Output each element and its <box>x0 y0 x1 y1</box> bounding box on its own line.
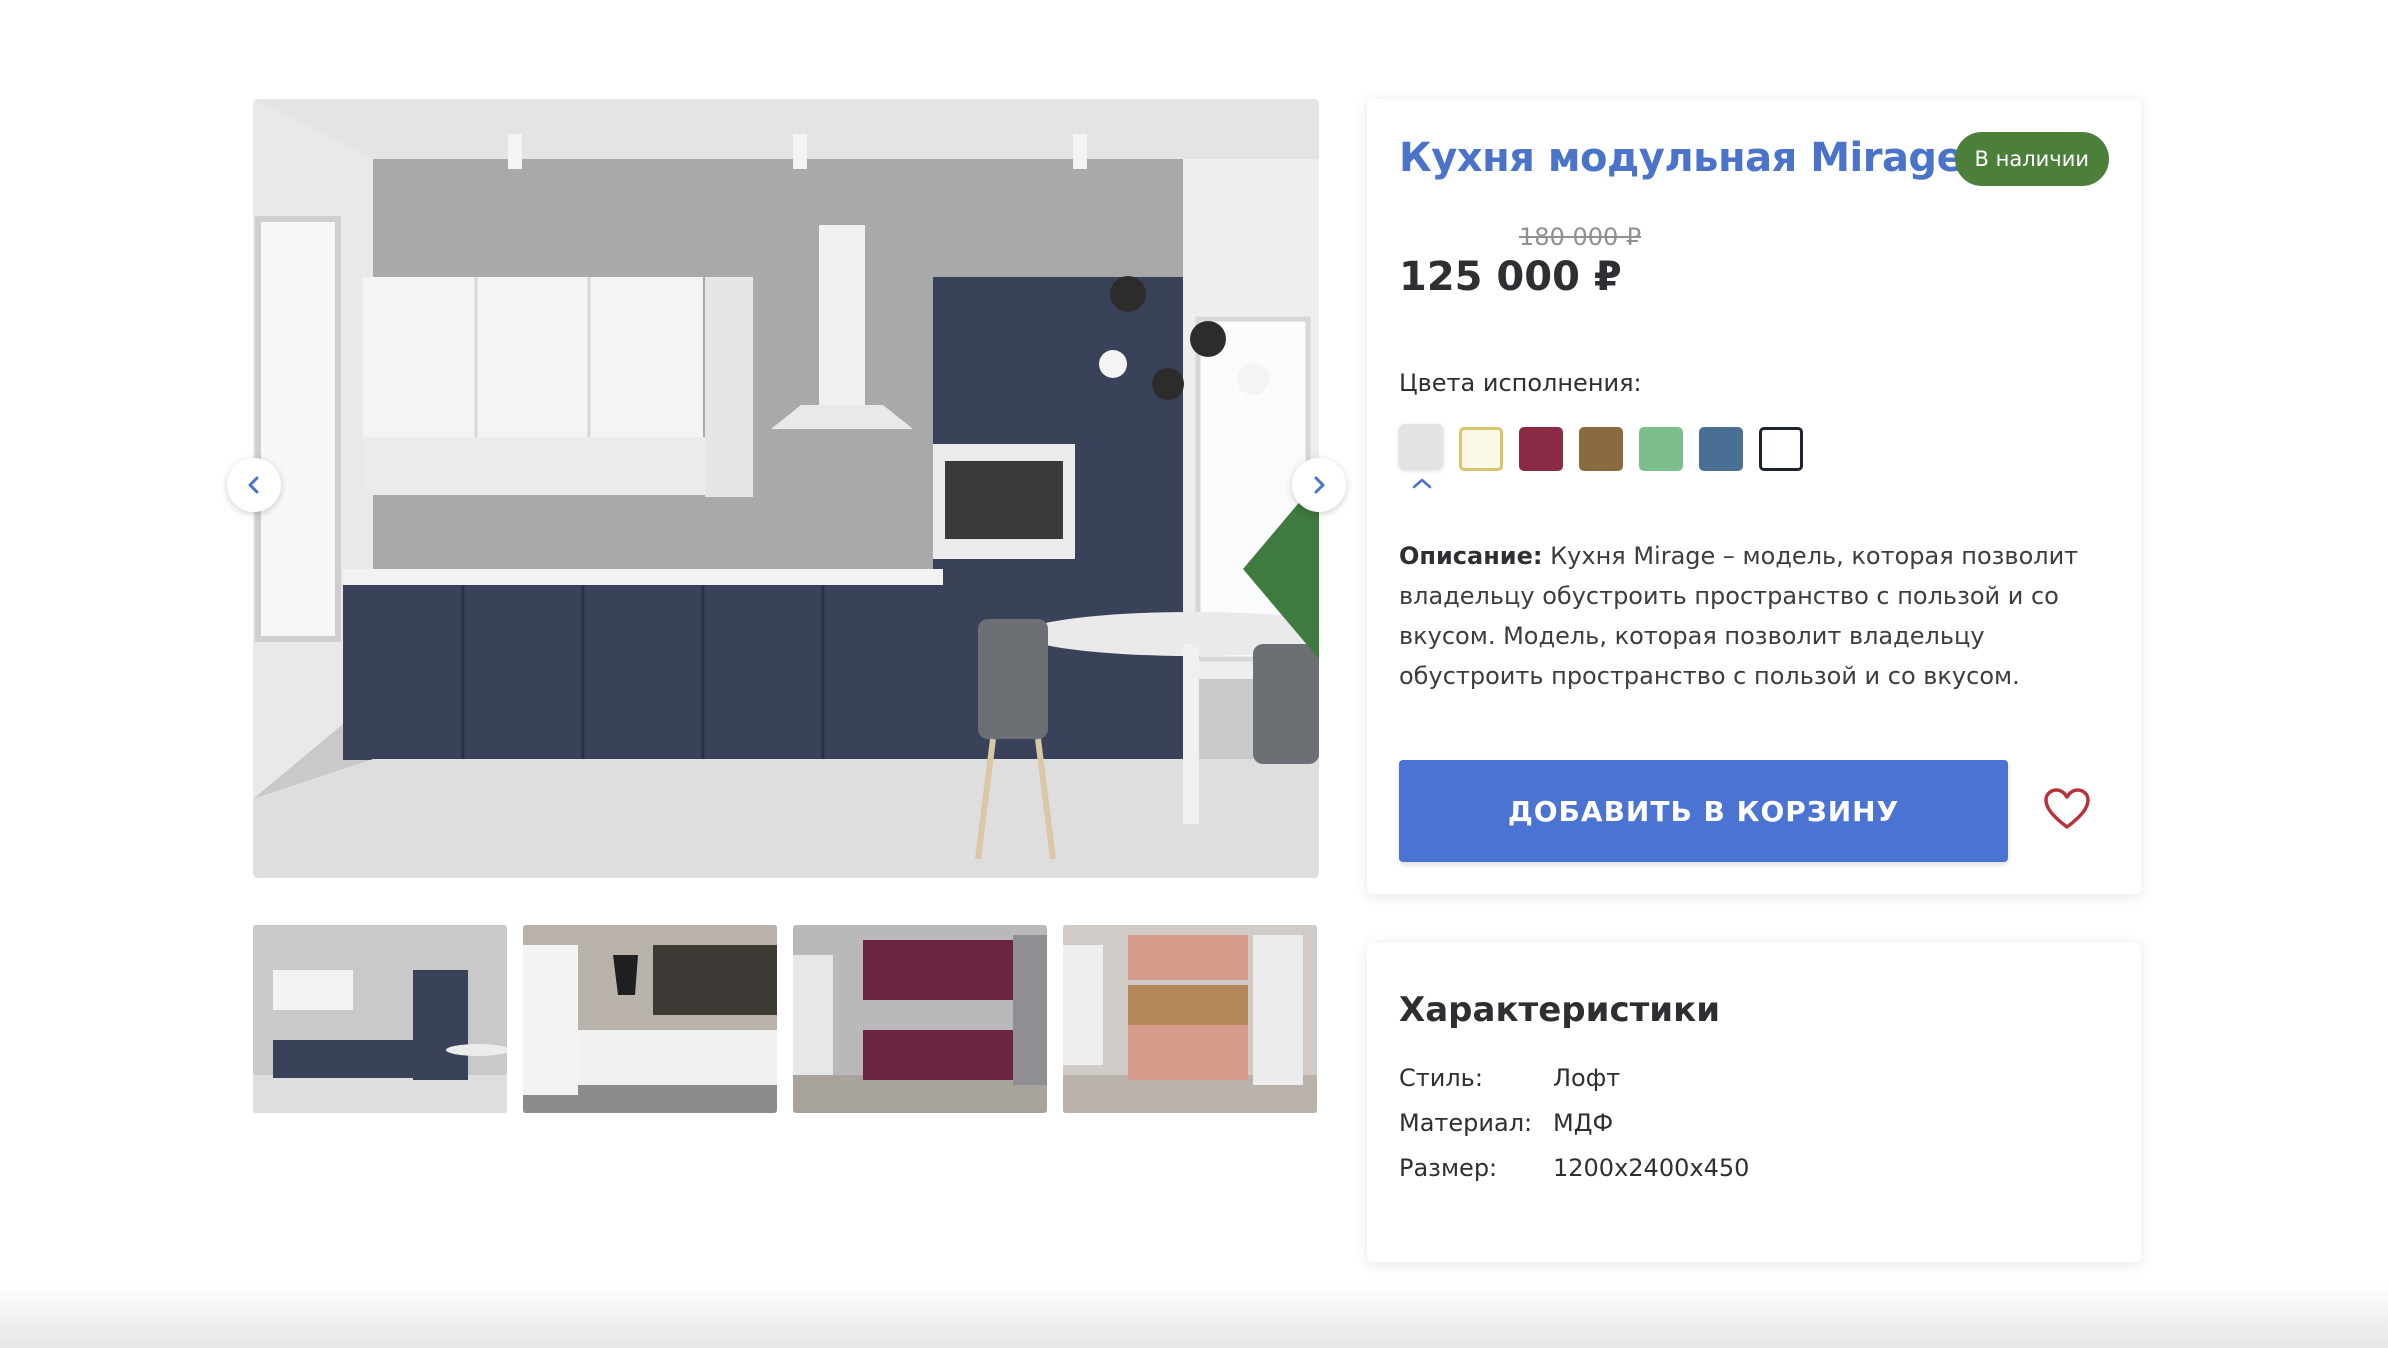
gallery-thumbnails <box>253 925 1319 1113</box>
thumbnail-1[interactable] <box>253 925 507 1113</box>
specs-title: Характеристики <box>1399 990 1721 1030</box>
old-price: 180 000 ₽ <box>1519 223 1642 251</box>
color-swatches <box>1399 424 1819 489</box>
specifications-card: Характеристики Стиль: Лофт Материал: МДФ… <box>1367 943 2141 1262</box>
color-swatch[interactable] <box>1699 427 1743 471</box>
spec-row-style: Стиль: Лофт <box>1399 1064 2099 1096</box>
gallery-prev-button[interactable] <box>227 458 281 512</box>
product-title: Кухня модульная Mirage <box>1399 135 1964 181</box>
color-swatch[interactable] <box>1459 427 1503 471</box>
color-swatch[interactable] <box>1639 427 1683 471</box>
spec-row-material: Материал: МДФ <box>1399 1109 2099 1141</box>
product-info-card: Кухня модульная Mirage В наличии 180 000… <box>1367 99 2141 894</box>
color-swatch[interactable] <box>1759 427 1803 471</box>
description-label: Описание: <box>1399 542 1543 570</box>
main-product-photo <box>253 99 1319 878</box>
gallery-next-button[interactable] <box>1292 458 1346 512</box>
stock-badge: В наличии <box>1954 132 2109 186</box>
thumbnail-2[interactable] <box>523 925 777 1113</box>
thumbnail-4[interactable] <box>1063 925 1317 1113</box>
current-price: 125 000 ₽ <box>1399 254 1622 300</box>
color-swatch[interactable] <box>1519 427 1563 471</box>
thumbnail-3[interactable] <box>793 925 1047 1113</box>
spec-value: МДФ <box>1553 1109 1614 1137</box>
chevron-left-icon <box>248 476 259 494</box>
spec-key: Материал: <box>1399 1109 1533 1137</box>
chevron-up-icon <box>1412 478 1432 489</box>
chevron-right-icon <box>1314 476 1325 494</box>
product-description: Описание: Кухня Mirage – модель, которая… <box>1399 536 2111 696</box>
spec-value: 1200x2400x450 <box>1553 1154 1750 1182</box>
color-swatch[interactable] <box>1399 424 1443 468</box>
color-swatch[interactable] <box>1579 427 1623 471</box>
spec-key: Стиль: <box>1399 1064 1483 1092</box>
spec-value: Лофт <box>1553 1064 1621 1092</box>
spec-key: Размер: <box>1399 1154 1498 1182</box>
heart-icon[interactable] <box>2043 787 2091 831</box>
page-bottom-shadow <box>0 1285 2388 1348</box>
spec-row-size: Размер: 1200x2400x450 <box>1399 1154 2099 1186</box>
add-to-cart-button[interactable]: ДОБАВИТЬ В КОРЗИНУ <box>1399 760 2008 862</box>
colors-label: Цвета исполнения: <box>1399 369 1642 397</box>
